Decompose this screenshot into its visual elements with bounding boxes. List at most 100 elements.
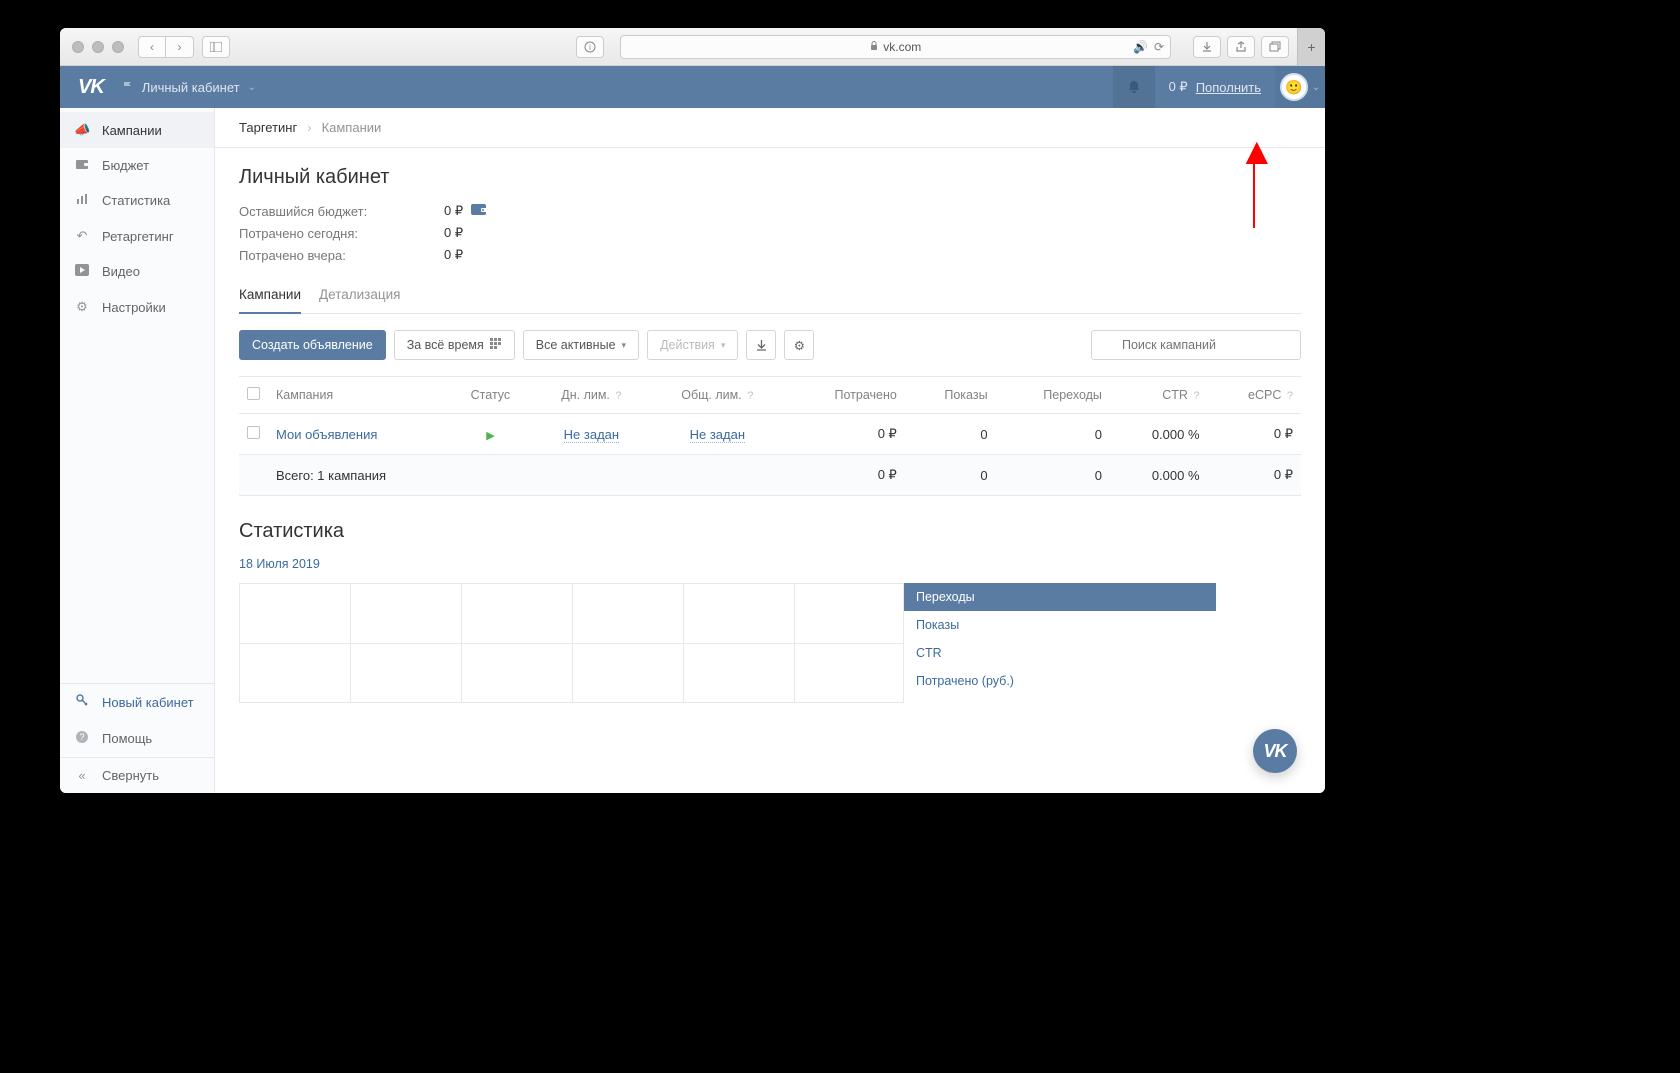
status-filter[interactable]: Все активные ▾ — [523, 330, 639, 360]
reload-icon[interactable]: ⟳ — [1154, 40, 1164, 54]
sound-icon[interactable]: 🔊 — [1133, 40, 1148, 54]
browser-forward-button[interactable]: › — [166, 36, 194, 58]
period-selector[interactable]: За всё время — [394, 330, 515, 360]
search-input[interactable] — [1091, 330, 1301, 360]
th-status[interactable]: Статус — [448, 377, 533, 414]
cell-impressions: 0 — [905, 414, 996, 455]
budget-yesterday-value: 0 ₽ — [444, 247, 463, 263]
sidebar-help[interactable]: ? Помощь — [60, 720, 214, 757]
help-icon[interactable]: ? — [747, 390, 753, 402]
chevron-right-icon: › — [307, 120, 311, 135]
chevron-down-icon: ⌄ — [1312, 82, 1320, 93]
th-ctr[interactable]: CTR ? — [1110, 377, 1208, 414]
th-daily-limit[interactable]: Дн. лим. ? — [533, 377, 650, 414]
sidebar-item-statistics[interactable]: Статистика — [60, 183, 214, 218]
window-controls[interactable] — [72, 41, 124, 53]
browser-sidebar-button[interactable] — [202, 36, 230, 58]
user-menu[interactable]: 🙂 ⌄ — [1275, 66, 1325, 108]
tabs-icon — [1269, 41, 1281, 53]
sidebar-item-settings[interactable]: ⚙ Настройки — [60, 289, 214, 325]
sidebar-item-campaigns[interactable]: 📣 Кампании — [60, 112, 214, 148]
calendar-grid-icon — [490, 338, 502, 353]
cell-spent: 0 ₽ — [785, 414, 905, 455]
browser-downloads-button[interactable] — [1193, 36, 1221, 58]
vk-logo-icon: VK — [1263, 741, 1286, 762]
actions-dropdown[interactable]: Действия ▾ — [647, 330, 738, 360]
vk-fab[interactable]: VK — [1253, 729, 1297, 773]
stats-date[interactable]: 18 Июля 2019 — [239, 557, 320, 571]
new-tab-button[interactable]: + — [1297, 28, 1325, 66]
row-checkbox[interactable] — [247, 426, 260, 439]
sidebar-item-label: Ретаргетинг — [102, 229, 174, 244]
th-campaign[interactable]: Кампания — [268, 377, 448, 414]
legend-item-spent[interactable]: Потрачено (руб.) — [904, 667, 1216, 695]
th-ecpc[interactable]: eCPC ? — [1208, 377, 1301, 414]
notifications-button[interactable] — [1113, 66, 1155, 108]
legend-item-clicks[interactable]: Переходы — [904, 583, 1216, 611]
budget-remaining-label: Оставшийся бюджет: — [239, 204, 444, 219]
create-ad-button[interactable]: Создать объявление — [239, 330, 386, 360]
header-balance: 0 ₽ Пополнить — [1155, 79, 1275, 95]
chevron-down-icon: ▾ — [622, 340, 627, 351]
th-spent[interactable]: Потрачено — [785, 377, 905, 414]
select-all-checkbox[interactable] — [247, 387, 260, 400]
browser-titlebar: ‹ › i vk.com 🔊 ⟳ — [60, 28, 1325, 66]
tab-details[interactable]: Детализация — [319, 287, 400, 313]
gear-icon: ⚙ — [794, 338, 805, 353]
sidebar-item-label: Кампании — [102, 123, 162, 138]
close-icon[interactable] — [72, 41, 84, 53]
flag-icon — [122, 81, 134, 93]
campaign-link[interactable]: Мои объявления — [276, 427, 377, 442]
maximize-icon[interactable] — [112, 41, 124, 53]
collapse-icon: « — [74, 768, 90, 783]
download-icon — [1201, 41, 1213, 53]
sidebar-collapse[interactable]: « Свернуть — [60, 758, 214, 793]
browser-tabs-button[interactable] — [1261, 36, 1289, 58]
share-icon — [1235, 41, 1247, 53]
sidebar-item-budget[interactable]: Бюджет — [60, 148, 214, 183]
stats-chart[interactable] — [239, 583, 904, 703]
replenish-link[interactable]: Пополнить — [1196, 80, 1261, 95]
budget-remaining-value: 0 ₽ — [444, 203, 463, 219]
totals-spent: 0 ₽ — [785, 455, 905, 496]
filter-label: Все активные — [536, 338, 616, 352]
legend-item-impressions[interactable]: Показы — [904, 611, 1216, 639]
wallet-icon — [74, 158, 90, 173]
sidebar-item-video[interactable]: Видео — [60, 254, 214, 289]
help-icon[interactable]: ? — [1193, 390, 1199, 402]
tab-campaigns[interactable]: Кампании — [239, 287, 301, 314]
browser-privacy-button[interactable]: i — [576, 36, 604, 58]
help-icon[interactable]: ? — [615, 390, 621, 402]
budget-today-label: Потрачено сегодня: — [239, 226, 444, 241]
budget-today-value: 0 ₽ — [444, 225, 463, 241]
cabinet-selector[interactable]: Личный кабинет ⌄ — [122, 80, 256, 95]
sidebar-item-retargeting[interactable]: ↶ Ретаргетинг — [60, 218, 214, 254]
help-icon[interactable]: ? — [1287, 390, 1293, 402]
wallet-icon[interactable] — [471, 203, 487, 219]
download-button[interactable] — [746, 330, 776, 360]
browser-back-button[interactable]: ‹ — [138, 36, 166, 58]
browser-share-button[interactable] — [1227, 36, 1255, 58]
sidebar-item-label: Бюджет — [102, 158, 149, 173]
breadcrumb-root[interactable]: Таргетинг — [239, 120, 297, 135]
vk-logo[interactable]: VK — [78, 76, 104, 99]
sidebar-item-label: Видео — [102, 264, 140, 279]
minimize-icon[interactable] — [92, 41, 104, 53]
key-icon — [74, 694, 90, 710]
megaphone-icon: 📣 — [74, 122, 90, 138]
budget-summary: Оставшийся бюджет: 0 ₽ Потрачено сегодня… — [239, 203, 1301, 263]
main-content: Таргетинг › Кампании Личный кабинет Оста… — [215, 108, 1325, 793]
legend-item-ctr[interactable]: CTR — [904, 639, 1216, 667]
th-total-limit[interactable]: Общ. лим. ? — [650, 377, 785, 414]
budget-yesterday-label: Потрачено вчера: — [239, 248, 444, 263]
browser-url-bar[interactable]: vk.com 🔊 ⟳ — [620, 35, 1171, 59]
th-impressions[interactable]: Показы — [905, 377, 996, 414]
daily-limit-link[interactable]: Не задан — [564, 427, 619, 443]
th-clicks[interactable]: Переходы — [996, 377, 1110, 414]
status-active-icon[interactable]: ▶ — [486, 430, 494, 442]
bell-icon — [1126, 79, 1142, 95]
total-limit-link[interactable]: Не задан — [690, 427, 745, 443]
sidebar: 📣 Кампании Бюджет Статистика ↶ — [60, 108, 215, 793]
sidebar-new-cabinet[interactable]: Новый кабинет — [60, 684, 214, 720]
settings-button[interactable]: ⚙ — [784, 330, 814, 360]
